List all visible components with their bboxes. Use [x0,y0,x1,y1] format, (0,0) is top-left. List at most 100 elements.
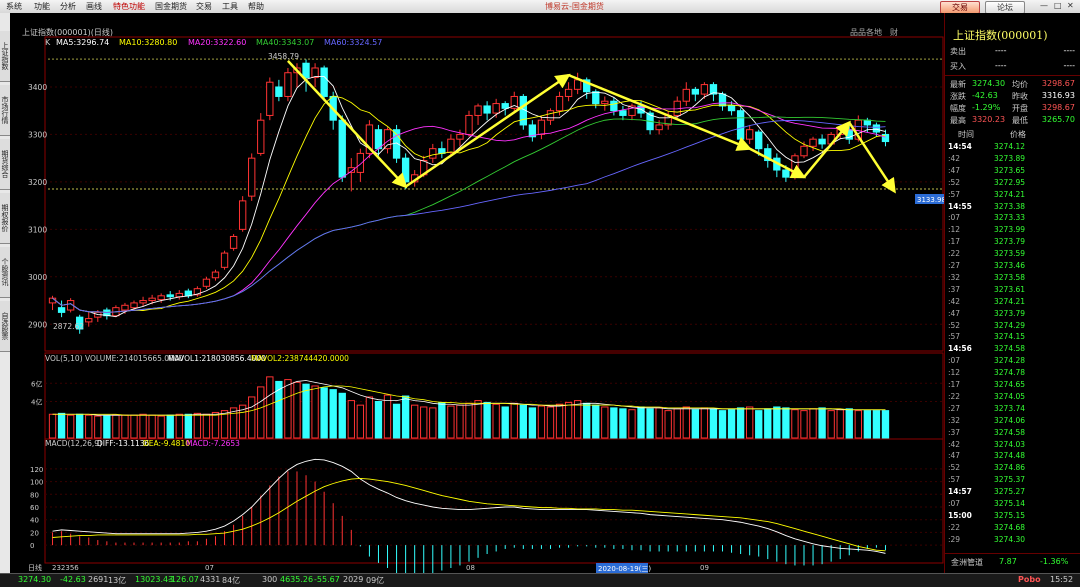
bottom-stock-label[interactable]: 金洲管道 [951,557,983,568]
volume-bar [863,410,872,439]
volume-bar [492,403,500,439]
tick-time: :17 [948,237,961,247]
tick-row: :07 3275.14 [948,499,1078,509]
candle-body [48,297,57,304]
volume-bar [537,405,546,439]
macd-tick-label: 0 [30,542,34,550]
stat-row-change: 涨跌 -42.63 昨收 3316.93 [950,91,1075,101]
volume-bar [809,408,817,439]
volume-bar [700,407,709,439]
volume-bar [619,408,627,439]
tick-price: 3273.58 [994,272,1026,282]
menu-item-tools[interactable]: 工具 [222,1,238,12]
tick-time: :42 [948,439,961,449]
volume-bar [682,406,690,439]
maximize-icon[interactable]: □ [1054,1,1062,10]
status-index-3-code: 300 [262,575,278,584]
menu-item-features[interactable]: 特色功能 [113,1,145,12]
volume-bar [103,415,111,439]
ma40-label: MA40:3343.07 [256,38,314,47]
candle-body [592,91,600,105]
low-price-label: 2872.62 [53,322,84,331]
candle-body [863,119,872,126]
tick-price: 3274.15 [994,332,1026,342]
volume-bar [483,401,491,439]
volume-bar [112,414,120,439]
menu-item-trade[interactable]: 交易 [196,1,212,12]
volume-bar [329,389,337,439]
volume-bar [501,406,509,439]
tick-row: :32 3274.06 [948,416,1078,426]
chart-link-2[interactable]: 财 [890,27,898,37]
chart-area[interactable]: 2900 3000 3100 3200 3300 3400 4亿 6亿 0 20 40 60 80 100… [10,13,946,576]
kline-chart-svg[interactable]: 2900 3000 3100 3200 3300 3400 4亿 6亿 0 20 40 60 80 100… [10,13,946,576]
tick-time: :52 [948,463,961,473]
tick-time: :42 [948,296,961,306]
stat-row-hilo: 最高 3320.23 最低 3265.70 [950,115,1075,125]
side-tab-index[interactable]: 上证指数 [0,31,10,82]
tick-time: :32 [948,272,961,282]
macd-tick-label: 80 [30,491,39,499]
side-tab-watchlist[interactable]: 自选股票 [0,301,10,352]
candle-body [700,84,709,95]
candle [284,67,292,102]
volume-bar [447,405,455,439]
tick-row: :17 3274.65 [948,380,1078,390]
tick-row: :17 3273.79 [948,237,1078,247]
menu-item-broker[interactable]: 国金期货 [155,1,187,12]
volume-bar [664,410,672,439]
menu-item-draw[interactable]: 画线 [86,1,102,12]
volume-bar [782,407,790,439]
tick-time: :52 [948,320,961,330]
tick-price: 3274.21 [994,189,1026,199]
tick-row: :42 3274.03 [948,440,1078,450]
y-tick-label: 3000 [28,273,47,282]
candle-body [85,318,93,323]
volume-bar [139,413,147,439]
macd-tick-label: 100 [30,479,43,487]
side-tab-options[interactable]: 期权报价 [0,193,10,244]
tick-price: 3273.89 [994,153,1026,163]
menu-item-system[interactable]: 系统 [6,1,22,12]
candle-body [474,105,482,116]
candle-body [501,103,509,109]
tick-time: :52 [948,177,961,187]
tick-row: :12 3274.78 [948,368,1078,378]
volume-bar [229,407,238,439]
side-tab-market[interactable]: 市场行情 [0,85,10,136]
tick-price: 3274.48 [994,451,1026,461]
menu-item-function[interactable]: 功能 [34,1,50,12]
volume-bar [637,406,645,439]
status-amt-2: 84亿 [222,576,241,585]
side-tab-news[interactable]: 个股资讯 [0,247,10,298]
volume-bar [320,387,328,439]
menu-item-help[interactable]: 帮助 [248,1,264,12]
volume-bar [57,412,66,439]
candle-body [157,295,165,301]
tick-time: :57 [948,332,961,342]
tick-time: :37 [948,427,961,437]
minimize-icon[interactable]: — [1040,1,1048,10]
candle-body [57,307,66,313]
volume-bar [601,406,609,439]
ma60-label: MA60:3324.57 [324,38,382,47]
chart-link-1[interactable]: 品品各地 [850,27,882,37]
volume-bar [881,410,890,439]
bottom-stock-pct: -1.36% [1040,557,1069,566]
tick-price: 3273.38 [994,201,1026,211]
x-axis-label-08: 08 [466,564,475,572]
tick-time: :29 [948,534,961,544]
tick-header: 时间 价格 [958,130,1026,139]
volume-bar [130,414,138,439]
candle [229,234,238,251]
close-icon[interactable]: ✕ [1067,1,1074,10]
volume-bar [157,415,165,439]
candle-body [211,271,220,279]
volume-bar [519,404,527,439]
menu-item-analysis[interactable]: 分析 [60,1,76,12]
volume-bar [193,412,202,439]
volume-bar [85,414,93,439]
ma20-label: MA20:3322.60 [188,38,246,47]
side-tab-futures[interactable]: 期货综合 [0,139,10,190]
tick-price: 3275.37 [994,475,1026,485]
